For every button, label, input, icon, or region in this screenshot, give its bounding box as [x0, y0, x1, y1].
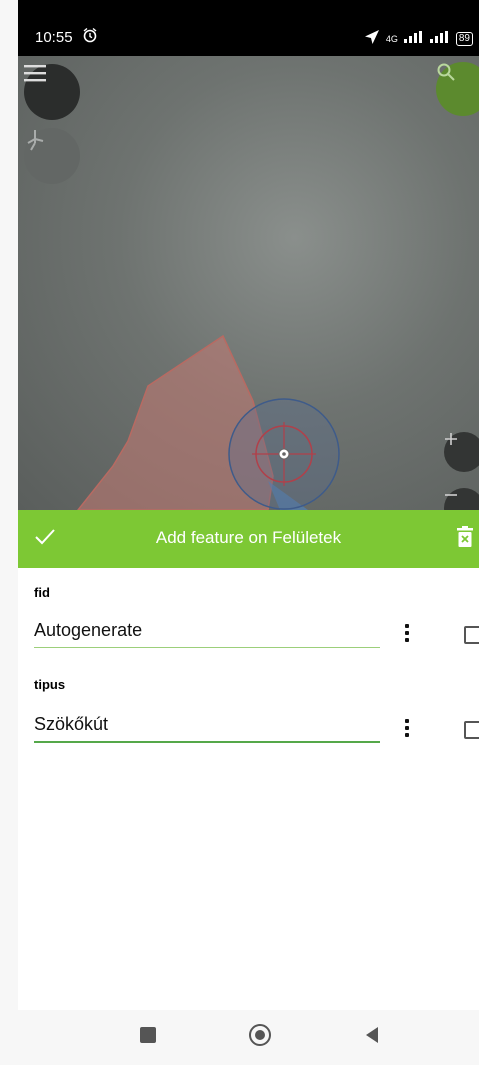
tracking-button[interactable]	[24, 128, 80, 184]
zoom-in-button[interactable]	[444, 432, 479, 472]
map-canvas[interactable]	[18, 56, 479, 510]
status-time: 10:55	[35, 29, 73, 46]
status-bar: 10:55 4G 89	[18, 0, 479, 56]
delete-button[interactable]	[454, 524, 476, 554]
field-input-tipus[interactable]: Szökőkút	[34, 714, 380, 743]
form-title: Add feature on Felületek	[155, 528, 342, 547]
location-icon	[364, 29, 380, 48]
app-frame: 10:55 4G 89 Add feature on Felületek fid…	[18, 0, 479, 1065]
status-icons: 4G 89	[364, 29, 473, 48]
more-vert-icon	[404, 719, 410, 737]
signal-icon-2	[429, 31, 450, 46]
battery-indicator: 89	[455, 31, 473, 46]
more-vert-icon	[404, 624, 410, 642]
zoom-out-button[interactable]	[444, 488, 479, 510]
field-menu-fid[interactable]	[404, 624, 410, 645]
field-menu-tipus[interactable]	[404, 719, 410, 740]
signal-icon	[403, 31, 424, 46]
menu-button[interactable]	[24, 64, 80, 120]
recents-button[interactable]	[130, 1010, 166, 1065]
recents-icon	[139, 1026, 157, 1049]
home-icon	[248, 1023, 272, 1052]
field-checkbox-tipus[interactable]	[464, 721, 479, 739]
feature-form: fid Autogenerate tipus Szökőkút	[18, 568, 479, 1010]
crosshair	[228, 398, 340, 510]
alarm-icon	[82, 27, 98, 48]
field-label-fid: fid	[34, 585, 50, 600]
form-toolbar: Add feature on Felületek	[18, 510, 479, 568]
system-nav-bar	[18, 1010, 479, 1065]
delete-icon	[456, 525, 474, 553]
home-button[interactable]	[240, 1010, 280, 1065]
field-input-fid[interactable]: Autogenerate	[34, 620, 380, 648]
field-label-tipus: tipus	[34, 677, 66, 692]
back-icon	[364, 1026, 380, 1049]
back-button[interactable]	[354, 1010, 390, 1065]
network-type: 4G	[385, 33, 398, 44]
field-checkbox-fid[interactable]	[464, 626, 479, 644]
